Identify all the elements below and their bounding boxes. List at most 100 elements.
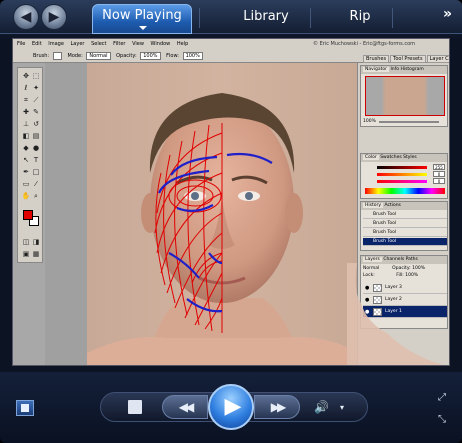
navigator-tabs: Navigator Info Histogram	[361, 66, 447, 74]
crop-tool-icon: ⌗	[24, 96, 28, 104]
shape-tool-icon: □	[32, 168, 40, 176]
forward-arrow-icon: ▶	[48, 9, 60, 25]
play-button[interactable]: ▶	[208, 384, 254, 430]
history-item: Brush Tool	[363, 229, 447, 237]
layer-blend-row: Normal Opacity: 100%	[363, 266, 425, 271]
layer-thumbnail	[373, 296, 382, 304]
play-icon: ▶	[224, 394, 242, 419]
compact-mode-icon[interactable]: ⤡	[438, 414, 446, 425]
back-arrow-icon: ◀	[20, 9, 32, 25]
red-slider	[377, 166, 427, 169]
photoshop-options-bar: Brush: Mode: Normal Opacity: 100% Flow: …	[13, 49, 449, 63]
media-player-window: ◀ ▶ Now Playing Library Rip » File Edit …	[0, 0, 462, 443]
green-slider	[377, 173, 427, 176]
layer-name: Layer 2	[385, 297, 402, 302]
layers-tab: Layers	[363, 257, 382, 262]
layer-thumbnail	[373, 284, 382, 292]
tab-divider	[392, 8, 393, 28]
gradient-tool-icon: ▤	[32, 132, 40, 140]
layer-opacity-label: Opacity:	[392, 266, 411, 271]
flow-value: 100%	[182, 51, 203, 60]
layer-opacity-value: 100%	[412, 266, 425, 271]
photoshop-toolbox: ✥ ⬚ ℓ ✦ ⌗ ⟋ ✚ ✎ ⊥ ↺ ◧ ▤ ◆ ● ↖ T ✒ □ ▭ ⁄ …	[17, 67, 43, 263]
navigator-panel: Navigator Info Histogram 100%	[360, 65, 448, 127]
fast-forward-button[interactable]: ▶▶	[254, 395, 300, 419]
navigator-zoom-slider	[379, 121, 439, 123]
styles-tab: Styles	[403, 155, 417, 160]
blue-value: 0	[433, 178, 445, 184]
menu-image: Image	[48, 41, 64, 47]
history-item: Brush Tool	[363, 211, 447, 219]
now-playing-media-icon[interactable]	[16, 400, 34, 416]
flow-label: Flow:	[166, 53, 179, 59]
menu-select: Select	[91, 41, 107, 47]
top-navigation-bar: ◀ ▶ Now Playing Library Rip »	[0, 0, 462, 34]
fast-forward-icon: ▶▶	[270, 400, 287, 414]
volume-button[interactable]: 🔊	[314, 400, 329, 414]
menu-filter: Filter	[113, 41, 126, 47]
chevron-down-icon[interactable]	[139, 26, 147, 30]
fullscreen-mode-icon: ▦	[32, 250, 40, 258]
eye-icon: ●	[365, 309, 370, 315]
green-value: 0	[433, 171, 445, 177]
more-tabs-icon[interactable]: »	[443, 6, 452, 22]
layer-thumbnail	[373, 308, 382, 316]
forward-button[interactable]: ▶	[41, 4, 67, 30]
face-illustration	[87, 93, 357, 365]
layer-name: Layer 1	[385, 309, 402, 314]
stamp-tool-icon: ⊥	[22, 120, 30, 128]
layer-lock-row: Lock: Fill: 100%	[363, 273, 418, 278]
layers-tabs: Layers Channels Paths	[361, 256, 447, 264]
navigator-tab: Navigator	[363, 67, 390, 72]
move-tool-icon: ✥	[23, 72, 29, 80]
chevron-down-icon: ▾	[340, 403, 345, 412]
history-tab: History	[363, 203, 384, 208]
photoshop-palettes: Navigator Info Histogram 100% Color Swat…	[357, 63, 449, 365]
stop-button[interactable]	[128, 400, 142, 414]
video-display[interactable]: File Edit Image Layer Select Filter View…	[12, 38, 450, 366]
actions-tab: Actions	[384, 203, 401, 208]
zoom-tool-icon: ⌕	[34, 192, 38, 200]
back-button[interactable]: ◀	[13, 4, 39, 30]
brush-label: Brush:	[33, 53, 50, 59]
screen-mode-icon: ▣	[22, 250, 30, 258]
brush-tool-icon: ✎	[33, 108, 39, 116]
dodge-tool-icon: ●	[32, 144, 40, 152]
fullscreen-icon[interactable]: ⤢	[438, 392, 446, 403]
tab-library[interactable]: Library	[226, 6, 306, 32]
history-brush-icon: ↺	[33, 120, 39, 128]
tab-rip-label: Rip	[349, 9, 371, 24]
layer-row-selected: ● Layer 1	[363, 306, 447, 318]
tab-rip[interactable]: Rip	[335, 6, 385, 32]
healing-tool-icon: ✚	[23, 108, 29, 116]
rewind-button[interactable]: ◀◀	[162, 395, 208, 419]
brush-preset-box	[52, 51, 62, 60]
eye-icon: ●	[365, 297, 370, 303]
volume-menu-button[interactable]: ▾	[340, 401, 344, 415]
eraser-tool-icon: ◧	[22, 132, 30, 140]
history-item: Brush Tool	[363, 220, 447, 228]
canvas-pasteboard	[45, 63, 87, 365]
layer-row: ● Layer 2	[363, 294, 447, 306]
history-item-selected: Brush Tool	[363, 238, 447, 246]
history-tabs: History Actions	[361, 202, 447, 210]
color-spectrum	[365, 188, 445, 194]
menu-file: File	[17, 41, 26, 47]
photoshop-menu-bar: File Edit Image Layer Select Filter View…	[13, 39, 449, 49]
mode-value: Normal	[86, 51, 111, 60]
video-credit: © Eric Muchowski - Eric@ftgs-forms.com	[313, 41, 416, 47]
lock-label: Lock:	[363, 273, 375, 278]
foreground-color-swatch	[23, 210, 33, 220]
palette-tab: Layer Comps	[426, 55, 449, 63]
layers-panel: Layers Channels Paths Normal Opacity: 10…	[360, 255, 448, 329]
color-tabs: Color Swatches Styles	[361, 154, 447, 162]
tab-library-label: Library	[243, 9, 289, 24]
slice-tool-icon: ⟋	[33, 96, 39, 104]
layer-row: ● Layer 3	[363, 282, 447, 294]
type-tool-icon: T	[33, 156, 39, 164]
tab-now-playing[interactable]: Now Playing	[92, 4, 192, 34]
tab-divider	[199, 8, 200, 28]
menu-help: Help	[176, 41, 189, 47]
history-panel: History Actions Brush Tool Brush Tool Br…	[360, 201, 448, 251]
speaker-icon: 🔊	[314, 400, 329, 414]
